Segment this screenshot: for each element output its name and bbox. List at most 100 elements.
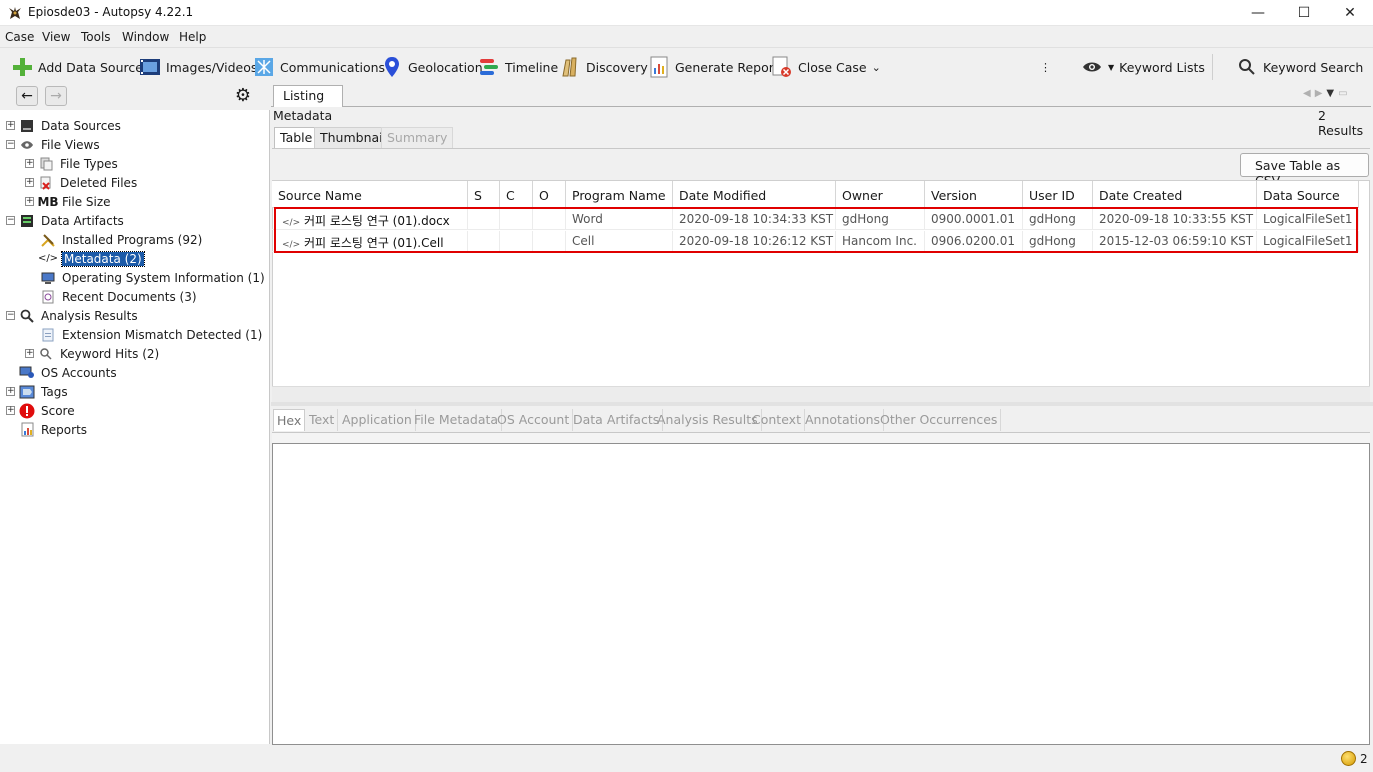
menu-window[interactable]: Window bbox=[122, 30, 169, 44]
menu-help[interactable]: Help bbox=[179, 30, 206, 44]
tree-item-deleted-files[interactable]: + Deleted Files bbox=[25, 173, 137, 192]
collapse-icon[interactable]: − bbox=[6, 216, 15, 225]
expand-icon[interactable]: + bbox=[6, 387, 15, 396]
expand-icon[interactable]: + bbox=[6, 406, 15, 415]
search-icon bbox=[1236, 56, 1258, 78]
col-program-name[interactable]: Program Name bbox=[566, 181, 673, 208]
drive-icon bbox=[19, 118, 35, 134]
maximize-icon: ☐ bbox=[1297, 5, 1311, 21]
eye-icon bbox=[19, 137, 35, 153]
keyword-lists-button[interactable]: ▼ Keyword Lists bbox=[1081, 56, 1205, 78]
chevron-down-icon[interactable]: ⌄ bbox=[872, 61, 881, 74]
tree-label: Keyword Hits (2) bbox=[60, 346, 160, 361]
maximize-button[interactable]: ☐ bbox=[1281, 0, 1327, 26]
timeline-button[interactable]: Timeline bbox=[478, 56, 558, 78]
tree-item-recent-documents[interactable]: Recent Documents (3) bbox=[40, 287, 197, 306]
col-source-name[interactable]: Source Name bbox=[272, 181, 468, 208]
tab-analysis-results[interactable]: Analysis Results bbox=[654, 409, 762, 431]
tree-label: Extension Mismatch Detected (1) bbox=[62, 327, 263, 342]
minimize-button[interactable]: — bbox=[1235, 0, 1281, 26]
forward-arrow-icon[interactable]: → bbox=[45, 86, 67, 106]
subtab-summary[interactable]: Summary bbox=[381, 127, 454, 148]
tree-item-data-sources[interactable]: + Data Sources bbox=[6, 116, 121, 135]
menu-view[interactable]: View bbox=[42, 30, 70, 44]
subtab-table[interactable]: Table bbox=[274, 127, 319, 148]
keyword-search-button[interactable]: Keyword Search bbox=[1236, 56, 1363, 78]
tree-item-keyword-hits[interactable]: + Keyword Hits (2) bbox=[25, 344, 159, 363]
col-date-modified[interactable]: Date Modified bbox=[673, 181, 836, 208]
tab-scroll-controls[interactable]: ◀▶▼▭ bbox=[1303, 88, 1352, 99]
tab-text[interactable]: Text bbox=[306, 409, 339, 431]
communications-button[interactable]: Communications bbox=[253, 56, 385, 78]
discovery-button[interactable]: Discovery bbox=[559, 56, 648, 78]
menu-tools[interactable]: Tools bbox=[81, 30, 111, 44]
expand-icon[interactable]: + bbox=[25, 178, 34, 187]
tree-item-tags[interactable]: + Tags bbox=[6, 382, 68, 401]
tree-label: Recent Documents (3) bbox=[62, 289, 197, 304]
tree-item-installed-programs[interactable]: Installed Programs (92) bbox=[40, 230, 202, 249]
images-videos-label: Images/Videos bbox=[166, 59, 258, 75]
notification-bulb-icon[interactable] bbox=[1341, 751, 1356, 766]
col-s[interactable]: S bbox=[468, 181, 500, 208]
recent-documents-icon bbox=[40, 289, 56, 305]
col-owner[interactable]: Owner bbox=[836, 181, 925, 208]
menu-case[interactable]: Case bbox=[5, 30, 34, 44]
tab-context[interactable]: Context bbox=[749, 409, 805, 431]
gear-icon[interactable]: ⚙ bbox=[232, 85, 254, 107]
tree-item-reports[interactable]: Reports bbox=[6, 420, 87, 439]
discovery-label: Discovery bbox=[586, 59, 648, 75]
col-date-created[interactable]: Date Created bbox=[1093, 181, 1257, 208]
communications-icon bbox=[253, 56, 275, 78]
tab-annotations[interactable]: Annotations bbox=[802, 409, 885, 431]
save-table-csv-button[interactable]: Save Table as CSV bbox=[1240, 153, 1369, 188]
tab-hex[interactable]: Hex bbox=[273, 409, 306, 431]
images-videos-button[interactable]: Images/Videos bbox=[139, 56, 257, 78]
generate-report-button[interactable]: Generate Report bbox=[648, 56, 779, 78]
toolbar-overflow-icon[interactable]: ⋮ bbox=[1040, 56, 1051, 78]
tree-item-score[interactable]: + Score bbox=[6, 401, 75, 420]
tab-file-metadata[interactable]: File Metadata bbox=[411, 409, 503, 431]
results-count-label: Results bbox=[1318, 123, 1364, 138]
tree-item-os-info[interactable]: Operating System Information (1) bbox=[40, 268, 265, 287]
tree-label: File Types bbox=[60, 156, 118, 171]
tree-label: File Views bbox=[41, 137, 100, 152]
tree-item-file-views[interactable]: − File Views bbox=[6, 135, 100, 154]
keyword-search-icon bbox=[38, 346, 54, 362]
tree-item-metadata[interactable]: </> Metadata (2) bbox=[37, 249, 145, 268]
col-version[interactable]: Version bbox=[925, 181, 1023, 208]
close-case-icon bbox=[771, 56, 793, 78]
expand-icon[interactable]: + bbox=[6, 121, 15, 130]
col-data-source[interactable]: Data Source bbox=[1257, 181, 1359, 208]
geolocation-button[interactable]: Geolocation bbox=[381, 56, 483, 78]
tree-label: Tags bbox=[41, 384, 68, 399]
add-data-source-button[interactable]: Add Data Source bbox=[11, 56, 143, 78]
tree-item-analysis-results[interactable]: − Analysis Results bbox=[6, 306, 138, 325]
highlight-box bbox=[274, 207, 1358, 253]
code-tag-icon: </> bbox=[37, 253, 59, 264]
col-user-id[interactable]: User ID bbox=[1023, 181, 1093, 208]
expand-icon[interactable]: + bbox=[25, 349, 34, 358]
tab-os-account[interactable]: OS Account bbox=[494, 409, 574, 431]
keyword-lists-label: Keyword Lists bbox=[1119, 59, 1205, 75]
tree-item-data-artifacts[interactable]: − Data Artifacts bbox=[6, 211, 124, 230]
close-case-button[interactable]: Close Case ⌄ bbox=[771, 56, 881, 78]
col-o[interactable]: O bbox=[533, 181, 566, 208]
col-c[interactable]: C bbox=[500, 181, 533, 208]
back-arrow-icon[interactable]: ← bbox=[16, 86, 38, 106]
collapse-icon[interactable]: − bbox=[6, 140, 15, 149]
listing-heading: Metadata bbox=[273, 108, 333, 123]
tree-item-file-size[interactable]: + MB File Size bbox=[25, 192, 111, 211]
tab-data-artifacts[interactable]: Data Artifacts bbox=[570, 409, 664, 431]
tree-label: Reports bbox=[41, 422, 88, 437]
tree-item-file-types[interactable]: + File Types bbox=[25, 154, 118, 173]
tree-item-os-accounts[interactable]: OS Accounts bbox=[6, 363, 117, 382]
expand-icon[interactable]: + bbox=[25, 159, 34, 168]
expand-icon[interactable]: + bbox=[25, 197, 34, 206]
tree-item-extension-mismatch[interactable]: Extension Mismatch Detected (1) bbox=[40, 325, 262, 344]
horizontal-scrollbar[interactable] bbox=[272, 386, 1370, 402]
collapse-icon[interactable]: − bbox=[6, 311, 15, 320]
tab-other-occurrences[interactable]: Other Occurrences bbox=[877, 409, 1002, 431]
close-button[interactable]: ✕ bbox=[1327, 0, 1373, 26]
tab-listing[interactable]: Listing bbox=[273, 85, 343, 107]
tab-application[interactable]: Application bbox=[339, 409, 416, 431]
